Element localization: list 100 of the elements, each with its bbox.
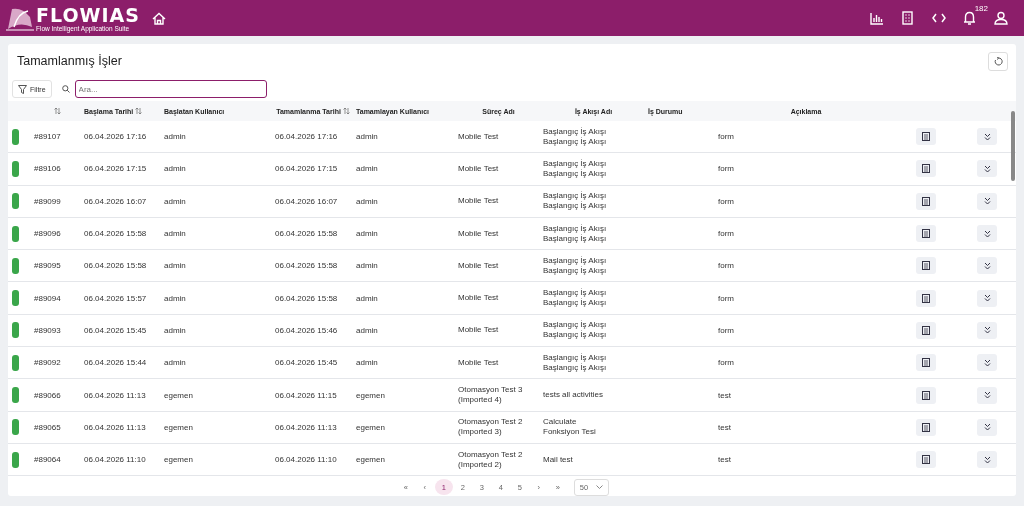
workflow-name: Başlangıç İş Akışı Başlangıç İş Akışı [543,191,607,212]
double-chevron-icon [983,229,991,238]
job-id: #89065 [34,422,61,432]
status-indicator [12,322,19,339]
sort-icon[interactable] [135,107,143,115]
expand-button[interactable] [977,128,997,146]
expand-button[interactable] [977,321,997,339]
bar-chart-icon[interactable] [869,11,884,25]
status-indicator [12,160,19,177]
end-date: 06.04.2026 11:10 [275,455,337,465]
end-date: 06.04.2026 11:15 [275,390,337,400]
view-button[interactable] [916,354,936,372]
finisher-user: admin [356,164,378,174]
document-icon [922,261,930,271]
view-button[interactable] [916,225,936,243]
document-icon [922,390,930,400]
document-icon [922,229,930,239]
workflow-name: Başlangıç İş Akışı Başlangıç İş Akışı [543,352,607,373]
sort-icon[interactable] [53,107,61,115]
status-indicator [12,451,19,468]
sort-icon[interactable] [342,107,350,115]
view-button[interactable] [916,160,936,178]
description: form [718,325,734,335]
start-date: 06.04.2026 16:07 [84,196,147,206]
expand-button[interactable] [977,354,997,372]
status-indicator [12,354,19,371]
double-chevron-icon [983,326,991,335]
process-name: Mobile Test [458,131,499,142]
refresh-icon [993,56,1003,66]
process-name: Mobile Test [458,163,499,174]
workflow-name: Başlangıç İş Akışı Başlangıç İş Akışı [543,288,607,309]
expand-button[interactable] [977,289,997,307]
view-button[interactable] [916,321,936,339]
status-indicator [12,290,19,307]
finisher-user: admin [356,196,378,206]
refresh-button[interactable] [988,51,1008,71]
end-date: 06.04.2026 11:13 [275,422,337,432]
expand-button[interactable] [977,160,997,178]
starter-user: admin [164,229,186,239]
end-date: 06.04.2026 16:07 [275,196,338,206]
view-button[interactable] [916,128,936,146]
description: form [718,229,734,239]
workflow-name: Başlangıç İş Akışı Başlangıç İş Akışı [543,126,607,147]
double-chevron-icon [983,197,991,206]
code-icon[interactable] [931,13,946,23]
building-icon[interactable] [902,11,913,25]
expand-button[interactable] [977,225,997,243]
view-button[interactable] [916,418,936,436]
description: test [718,390,731,400]
view-button[interactable] [916,257,936,275]
status-indicator [12,387,19,403]
process-name: Otomasyon Test 3 (Imported 4) [458,385,523,405]
description: test [718,422,731,432]
end-date: 06.04.2026 15:58 [275,261,338,271]
starter-user: admin [164,132,186,142]
view-button[interactable] [916,386,936,404]
expand-button[interactable] [977,192,997,210]
double-chevron-icon [983,423,991,432]
description: form [718,196,734,206]
workflow-name: Mail test [543,454,573,465]
start-date: 06.04.2026 17:16 [84,132,147,142]
description: form [718,132,734,142]
status-indicator [12,128,19,145]
view-button[interactable] [916,451,936,469]
expand-button[interactable] [977,386,997,404]
process-name: Otomasyon Test 2 (Imported 3) [458,417,523,438]
document-icon [922,455,930,465]
description: test [718,455,731,465]
expand-button[interactable] [977,451,997,469]
start-date: 06.04.2026 11:13 [84,422,146,432]
notification-count: 182 [974,4,988,13]
start-date: 06.04.2026 15:58 [84,261,147,271]
start-date: 06.04.2026 17:15 [84,164,147,174]
view-button[interactable] [916,192,936,210]
starter-user: admin [164,196,186,206]
process-name: Mobile Test [458,293,499,304]
document-icon [922,196,930,206]
bell-icon[interactable] [963,11,976,25]
user-icon[interactable] [993,11,1008,25]
job-id: #89093 [34,325,61,335]
document-icon [922,358,930,368]
description: form [718,261,734,271]
search-field[interactable]: Ara... [74,80,267,98]
job-id: #89095 [34,261,61,271]
expand-button[interactable] [977,418,997,436]
end-date: 06.04.2026 17:16 [275,132,338,142]
description: form [718,358,734,368]
finisher-user: egemen [356,422,385,432]
double-chevron-icon [983,391,991,399]
double-chevron-icon [983,455,991,464]
job-id: #89107 [34,132,61,142]
start-date: 06.04.2026 15:58 [84,229,147,239]
starter-user: admin [164,325,186,335]
home-icon[interactable] [152,11,166,25]
finisher-user: admin [356,358,378,368]
expand-button[interactable] [977,257,997,275]
process-name: Mobile Test [458,325,499,336]
starter-user: admin [164,261,186,271]
view-button[interactable] [916,289,936,307]
start-date: 06.04.2026 15:44 [84,358,147,368]
